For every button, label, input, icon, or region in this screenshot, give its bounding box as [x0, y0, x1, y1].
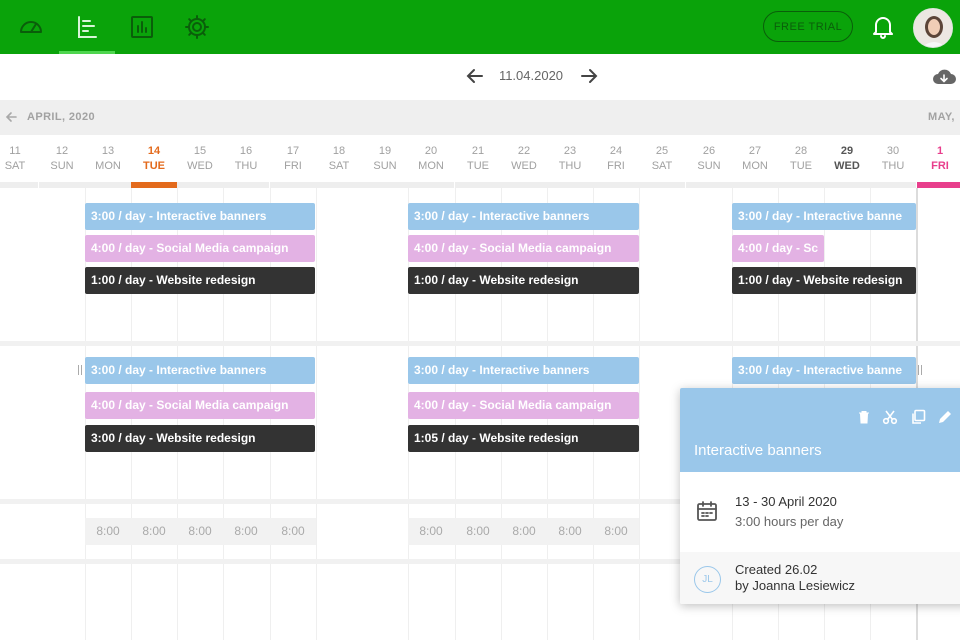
day-15[interactable]: 15 WED — [177, 135, 223, 188]
cloud-download-icon[interactable] — [932, 66, 956, 88]
day-27[interactable]: 27 MON — [732, 135, 778, 188]
day-28[interactable]: 28 TUE — [778, 135, 824, 188]
day-25[interactable]: 25 SAT — [639, 135, 685, 188]
copy-icon[interactable] — [909, 408, 927, 426]
reports-icon[interactable] — [125, 10, 159, 44]
grid-line — [639, 188, 640, 640]
current-date: 11.04.2020 — [498, 68, 564, 83]
task-interactive-banners[interactable]: 3:00 / day - Interactive banne — [732, 203, 916, 230]
hours-cell: 8:00 — [281, 524, 305, 538]
panel-creator-info: JL Created 26.02 by Joanna Lesiewicz — [680, 552, 960, 604]
day-24[interactable]: 24 FRI — [593, 135, 639, 188]
panel-date-range: 13 - 30 April 2020 — [735, 494, 837, 509]
day-13[interactable]: 13 MON — [85, 135, 131, 188]
hours-cell: 8:00 — [604, 524, 628, 538]
panel-header: Interactive banners — [680, 388, 960, 472]
free-trial-button[interactable]: FREE TRIAL — [763, 11, 853, 42]
month-label-current: APRIL, 2020 — [27, 111, 95, 123]
task-website-redesign[interactable]: 1:05 / day - Website redesign — [408, 425, 639, 452]
task-interactive-banners[interactable]: 3:00 / day - Interactive banners — [408, 357, 639, 384]
day-11[interactable]: 11 SAT — [0, 135, 38, 188]
day-20[interactable]: 20 MON — [408, 135, 454, 188]
day-29[interactable]: 29 WED — [824, 135, 870, 188]
month-label-next: MAY, — [928, 111, 955, 123]
task-website-redesign[interactable]: 1:00 / day - Website redesign — [732, 267, 916, 294]
days-header: 11 SAT 12 SUN 13 MON 14 TUE 15 WED 16 THU 17 FR… — [0, 135, 960, 188]
edit-pencil-icon[interactable] — [936, 408, 954, 426]
task-interactive-banners[interactable]: 3:00 / day - Interactive banners — [85, 203, 315, 230]
task-social-media-campaign[interactable]: 4:00 / day - Social Media campaign — [408, 235, 639, 262]
task-interactive-banners-selected[interactable]: 3:00 / day - Interactive banne — [732, 357, 916, 384]
month-header: APRIL, 2020 MAY, — [0, 100, 960, 135]
hours-cell: 8:00 — [419, 524, 443, 538]
row-separator — [0, 341, 960, 346]
hours-cell: 8:00 — [512, 524, 536, 538]
hours-cell: 8:00 — [558, 524, 582, 538]
panel-title: Interactive banners — [694, 442, 822, 459]
day-18[interactable]: 18 SAT — [316, 135, 362, 188]
day-22[interactable]: 22 WED — [501, 135, 547, 188]
day-19[interactable]: 19 SUN — [362, 135, 408, 188]
top-bar: FREE TRIAL — [0, 0, 960, 54]
hours-cell: 8:00 — [96, 524, 120, 538]
created-by: by Joanna Lesiewicz — [735, 578, 855, 593]
task-website-redesign[interactable]: 1:00 / day - Website redesign — [408, 267, 639, 294]
trash-icon[interactable] — [855, 408, 873, 426]
day-16[interactable]: 16 THU — [223, 135, 269, 188]
day-26[interactable]: 26 SUN — [686, 135, 732, 188]
task-detail-panel: Interactive banners 13 - 30 April 2020 3… — [680, 388, 960, 604]
task-interactive-banners[interactable]: 3:00 / day - Interactive banners — [85, 357, 315, 384]
hours-cell: 8:00 — [142, 524, 166, 538]
drag-handle-icon[interactable] — [78, 365, 82, 375]
month-back-arrow-icon[interactable] — [4, 109, 18, 125]
task-website-redesign[interactable]: 3:00 / day - Website redesign — [85, 425, 315, 452]
hours-cell: 8:00 — [466, 524, 490, 538]
next-arrow-icon[interactable] — [577, 64, 601, 88]
task-interactive-banners[interactable]: 3:00 / day - Interactive banners — [408, 203, 639, 230]
user-avatar[interactable] — [913, 8, 953, 48]
day-21[interactable]: 21 TUE — [455, 135, 501, 188]
previous-arrow-icon[interactable] — [463, 64, 487, 88]
calendar-icon — [696, 500, 718, 522]
hours-cell: 8:00 — [188, 524, 212, 538]
created-date: Created 26.02 — [735, 562, 818, 577]
day-12[interactable]: 12 SUN — [39, 135, 85, 188]
task-social-media-campaign[interactable]: 4:00 / day - Social Media campaign — [85, 392, 315, 419]
drag-handle-icon[interactable] — [918, 365, 922, 375]
date-navigator: 11.04.2020 — [0, 54, 960, 100]
dashboard-icon[interactable] — [14, 10, 48, 44]
grid-line — [316, 188, 317, 640]
day-14-today[interactable]: 14 TUE — [131, 135, 177, 188]
hours-cell: 8:00 — [234, 524, 258, 538]
panel-schedule-info: 13 - 30 April 2020 3:00 hours per day — [680, 472, 960, 552]
bell-icon[interactable] — [869, 13, 897, 41]
day-23[interactable]: 23 THU — [547, 135, 593, 188]
panel-hours-per-day: 3:00 hours per day — [735, 514, 844, 529]
scissors-icon[interactable] — [881, 408, 899, 426]
task-social-media-campaign[interactable]: 4:00 / day - Social Media campaign — [408, 392, 639, 419]
task-social-media-campaign[interactable]: 4:00 / day - Social Media campaign — [85, 235, 315, 262]
timeline-icon[interactable] — [70, 10, 104, 44]
creator-avatar: JL — [694, 566, 721, 593]
settings-icon[interactable] — [180, 10, 214, 44]
day-30[interactable]: 30 THU — [870, 135, 916, 188]
task-social-media-campaign[interactable]: 4:00 / day - Sc — [732, 235, 824, 262]
task-website-redesign[interactable]: 1:00 / day - Website redesign — [85, 267, 315, 294]
day-1-may[interactable]: 1 FRI — [917, 135, 960, 188]
day-17[interactable]: 17 FRI — [270, 135, 316, 188]
